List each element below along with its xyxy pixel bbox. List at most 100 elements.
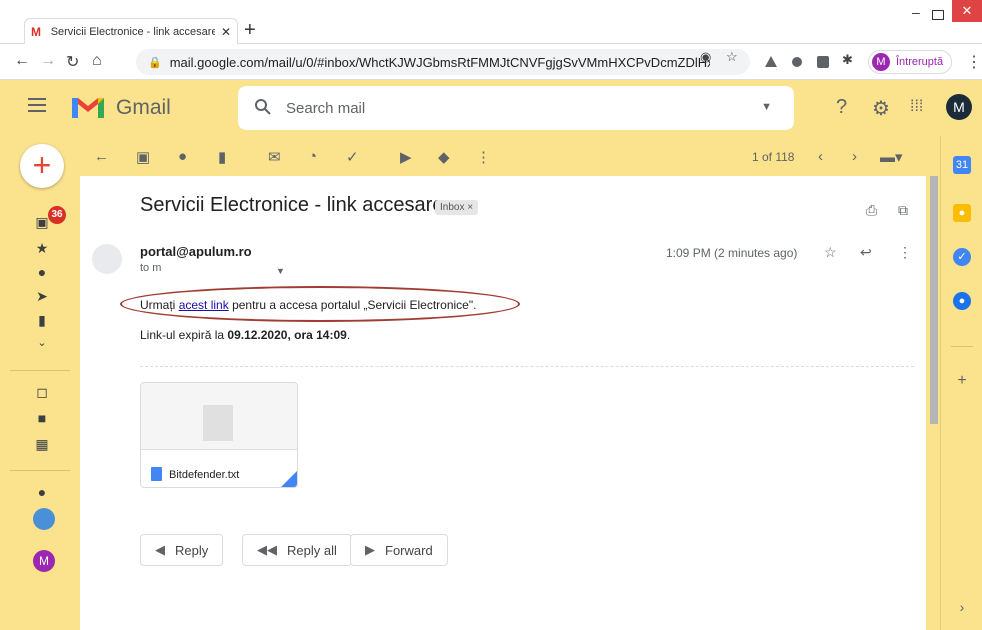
compose-button[interactable]: +	[20, 144, 64, 188]
inbox-unread-badge: 36	[48, 206, 66, 224]
more-options-icon[interactable]: ⋮	[898, 244, 912, 261]
reload-icon[interactable]: ↻	[66, 52, 79, 72]
reply-all-icon: ◀◀	[257, 542, 277, 557]
expiry-line: Link-ul expiră la 09.12.2020, ora 14:09.	[140, 328, 350, 342]
starred-icon[interactable]: ★	[34, 240, 50, 257]
profile-status-label: Întreruptă	[896, 56, 944, 68]
attachment-divider	[140, 366, 914, 367]
sender-email[interactable]: portal@apulum.ro	[140, 244, 252, 259]
home-icon[interactable]: ⌂	[92, 52, 102, 70]
help-icon[interactable]: ?	[836, 96, 847, 119]
settings-gear-icon[interactable]: ⚙	[872, 96, 890, 121]
back-to-inbox-icon[interactable]: ←	[94, 148, 109, 165]
back-arrow-icon[interactable]: ←	[14, 52, 30, 70]
contact-avatar-icon[interactable]	[33, 508, 55, 530]
search-options-icon[interactable]: ▼	[761, 101, 772, 113]
document-preview-icon	[203, 405, 233, 441]
expand-chevron-right-icon[interactable]: ›	[953, 598, 971, 616]
labels-icon[interactable]: ◆	[438, 148, 450, 166]
show-details-icon[interactable]: ▼	[276, 266, 285, 276]
profile-button[interactable]: M Întreruptă	[868, 50, 953, 74]
drafts-icon[interactable]: ▮	[34, 312, 50, 329]
message-body-line: Urmați acest link pentru a accesa portal…	[140, 298, 476, 312]
omnibox[interactable]: 🔒 mail.google.com/mail/u/0/#inbox/WhctKJ…	[136, 49, 750, 75]
recipient-line: to m	[140, 262, 162, 274]
rail-divider	[10, 470, 70, 471]
screen: M Servicii Electronice - link accesare ✕…	[0, 0, 982, 630]
account-avatar[interactable]: M	[946, 94, 972, 120]
input-tools-keyboard-icon[interactable]: ▬▾	[880, 148, 903, 166]
bookmark-star-icon[interactable]: ☆	[726, 49, 738, 65]
open-new-window-icon[interactable]: ⧉	[898, 202, 908, 219]
keep-icon[interactable]: ●	[953, 204, 971, 222]
puzzle-extensions-icon[interactable]: ✱	[842, 52, 853, 68]
browser-tab[interactable]: M Servicii Electronice - link accesare ✕	[24, 18, 238, 44]
url-text: mail.google.com/mail/u/0/#inbox/WhctKJWJ…	[169, 54, 710, 70]
reply-button[interactable]: ◀ Reply	[140, 534, 224, 566]
minimize-window-icon[interactable]: –	[912, 4, 920, 20]
mark-unread-icon[interactable]: ✉	[268, 148, 281, 166]
hangouts-profile-avatar[interactable]: M	[33, 550, 55, 572]
get-addons-plus-icon[interactable]: +	[953, 372, 971, 390]
add-to-tasks-icon[interactable]: ✓	[346, 148, 359, 166]
sent-icon[interactable]: ➤	[34, 288, 50, 305]
print-icon[interactable]: ⎙	[866, 202, 877, 219]
rail-divider	[10, 370, 70, 371]
search-icon[interactable]	[254, 98, 272, 116]
gmail-logo-icon[interactable]	[70, 94, 106, 120]
scrollbar-thumb[interactable]	[930, 176, 938, 424]
facebook-extension-icon[interactable]	[816, 55, 830, 69]
lock-icon: 🔒	[148, 56, 162, 69]
message-pane: Servicii Electronice - link accesare Inb…	[80, 176, 926, 630]
maximize-window-icon[interactable]	[932, 10, 944, 20]
keyboard-icon[interactable]: ▦	[34, 436, 50, 453]
browser-tabstrip: M Servicii Electronice - link accesare ✕…	[0, 0, 982, 44]
meet-new-meeting-icon[interactable]: ◻	[34, 384, 50, 401]
meet-video-icon[interactable]: ■	[34, 410, 50, 426]
gmail-app: Gmail ▼ ? ⚙ ⁞⁞⁞ M + ▣ 36 ★ ● ➤ ▮ ⌄ ◻ ■ ▦…	[0, 80, 982, 630]
archive-icon[interactable]: ▣	[136, 148, 150, 166]
delete-icon[interactable]: ▮	[218, 148, 226, 166]
star-icon[interactable]: ☆	[824, 244, 837, 261]
address-bar-row: ← → ↻ ⌂ 🔒 mail.google.com/mail/u/0/#inbo…	[0, 44, 982, 80]
side-panel-divider	[951, 346, 973, 347]
message-pager: 1 of 118	[752, 150, 795, 164]
reply-all-button[interactable]: ◀◀ Reply all	[242, 534, 352, 566]
close-window-icon[interactable]: ✕	[952, 0, 982, 22]
attachment-corner-fold	[279, 469, 297, 487]
snooze-icon[interactable]: ◔	[308, 148, 317, 165]
inbox-label-chip[interactable]: Inbox ×	[435, 200, 479, 215]
gmail-header: Gmail ▼ ? ⚙ ⁞⁞⁞ M	[0, 80, 982, 136]
access-link[interactable]: acest link	[179, 298, 229, 312]
sender-avatar	[92, 244, 122, 274]
apps-grid-icon[interactable]: ⁞⁞⁞	[910, 98, 923, 116]
expiry-suffix: .	[346, 328, 351, 342]
snoozed-icon[interactable]: ●	[34, 264, 50, 280]
more-chevron-down-icon[interactable]: ⌄	[34, 336, 50, 349]
forward-arrow-icon[interactable]: →	[40, 52, 56, 70]
forward-button[interactable]: ▶ Forward	[350, 534, 448, 566]
move-to-icon[interactable]: ▶	[400, 148, 412, 166]
report-spam-icon[interactable]: ●	[178, 148, 187, 165]
previous-chevron-icon[interactable]: ‹	[818, 148, 823, 165]
main-menu-icon[interactable]	[28, 98, 46, 112]
attachment-filename: Bitdefender.txt	[169, 469, 240, 481]
reply-arrow-icon[interactable]: ↩	[860, 244, 872, 261]
eye-icon[interactable]: ◉	[700, 49, 711, 65]
expiry-prefix: Link-ul expiră la	[140, 328, 225, 342]
calendar-icon[interactable]: 31	[953, 156, 971, 174]
hangouts-icon[interactable]: ●	[34, 484, 50, 500]
drive-extension-icon[interactable]	[764, 55, 778, 69]
tab-title: Servicii Electronice - link accesare	[50, 25, 215, 38]
search-input[interactable]	[286, 96, 726, 120]
extension-drop-icon[interactable]	[790, 55, 804, 69]
tasks-icon[interactable]: ✓	[953, 248, 971, 266]
more-actions-icon[interactable]: ⋮	[476, 148, 491, 166]
side-panel: 31 ● ✓ ● + ›	[940, 136, 982, 630]
browser-menu-icon[interactable]: ⋮	[966, 52, 982, 72]
new-tab-icon[interactable]: +	[244, 20, 256, 40]
close-tab-icon[interactable]: ✕	[221, 25, 231, 39]
contacts-icon[interactable]: ●	[953, 292, 971, 310]
attachment-card[interactable]: Bitdefender.txt	[140, 382, 298, 488]
next-chevron-icon[interactable]: ›	[852, 148, 857, 165]
